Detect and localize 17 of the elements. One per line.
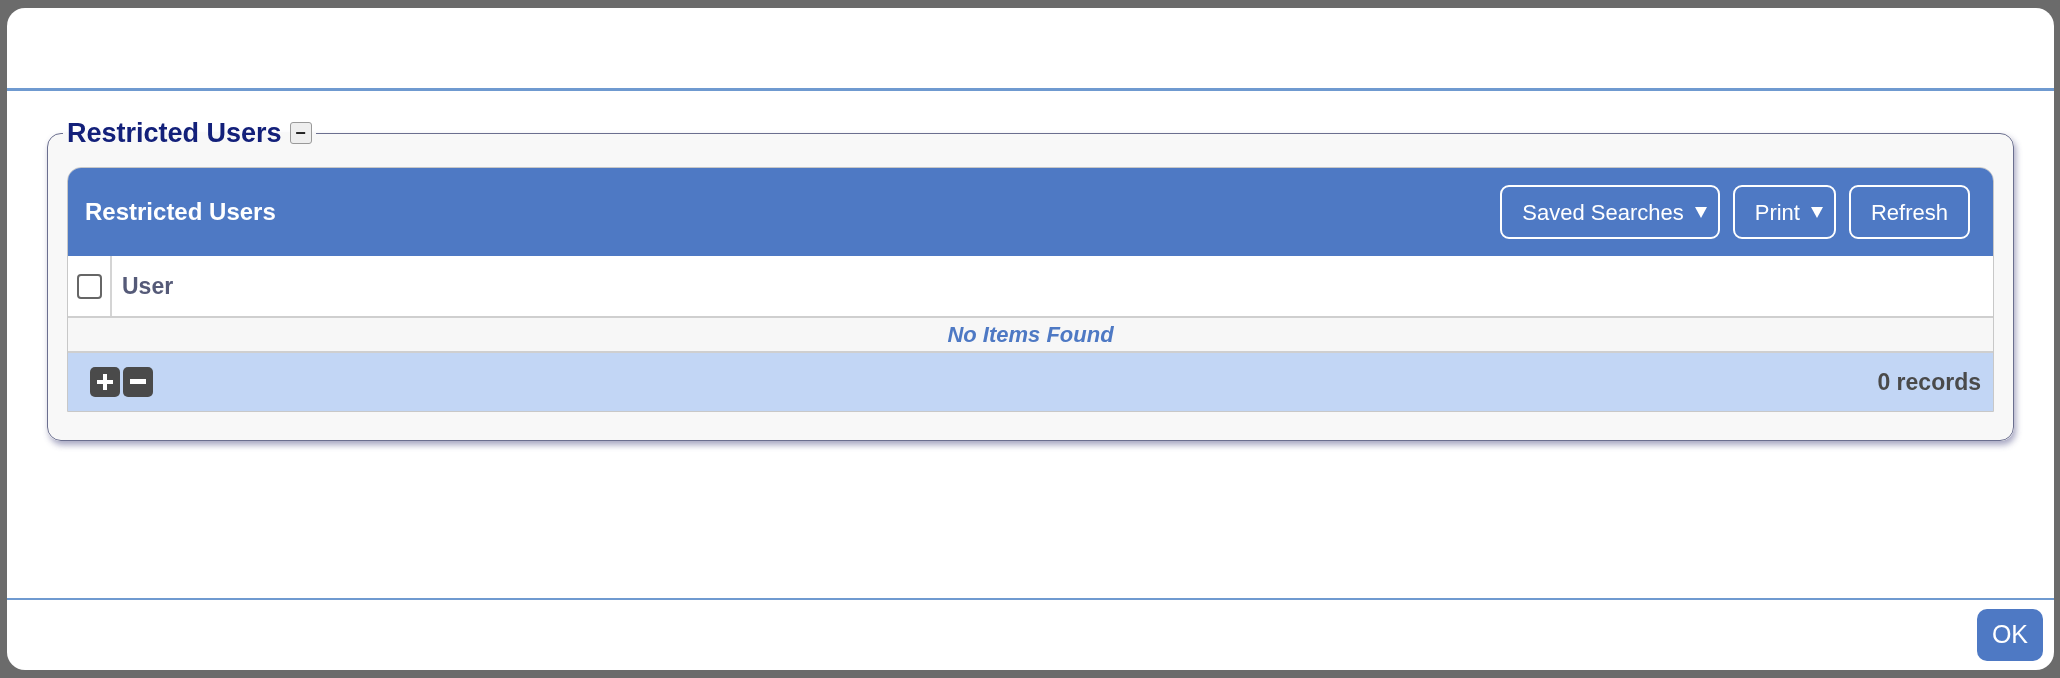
column-header[interactable]: User	[122, 268, 174, 304]
add-button[interactable]	[90, 367, 120, 397]
grid-title: Restricted Users	[85, 197, 276, 227]
plus-icon	[95, 372, 115, 392]
section-title: Restricted Users	[67, 117, 282, 149]
caret-icon	[1809, 205, 1824, 219]
collapse-button[interactable]: −	[289, 122, 312, 144]
remove-button[interactable]	[123, 367, 153, 397]
dropdown-button[interactable]: Saved Searches	[1500, 185, 1720, 239]
minus-icon	[128, 379, 148, 385]
toolbar-button[interactable]: Refresh	[1848, 185, 1970, 239]
dropdown-button[interactable]: Print	[1732, 185, 1836, 239]
select-all-checkbox[interactable]	[76, 273, 102, 299]
record-count: 0 records	[1877, 367, 1981, 397]
ok-button[interactable]: OK	[1976, 609, 2043, 661]
empty-message: No Items Found	[947, 321, 1114, 349]
caret-icon	[1693, 205, 1708, 219]
